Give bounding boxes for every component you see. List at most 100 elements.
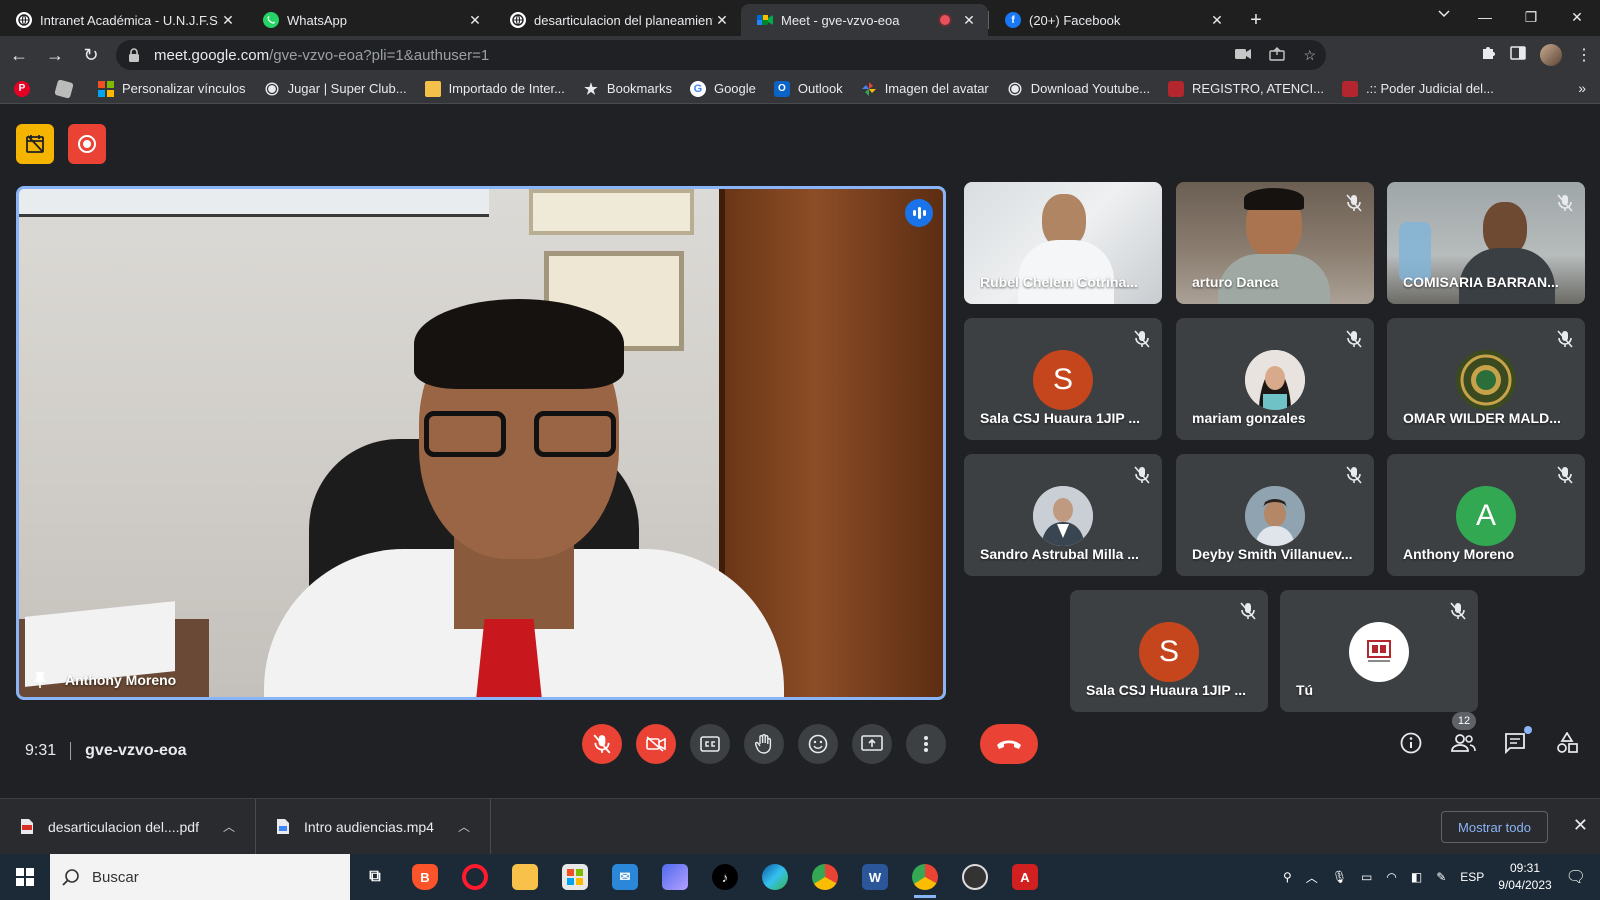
- tab-whatsapp[interactable]: WhatsApp ✕: [247, 4, 494, 36]
- taskbar-app[interactable]: [650, 854, 700, 900]
- participant-tile[interactable]: mariam gonzales: [1176, 318, 1374, 440]
- close-icon[interactable]: ✕: [466, 12, 484, 29]
- bookmark-item[interactable]: ★ Bookmarks: [583, 81, 672, 98]
- participant-tile[interactable]: Sandro Astrubal Milla ...: [964, 454, 1162, 576]
- bookmark-item[interactable]: O Outlook: [773, 80, 843, 97]
- taskbar-file-explorer[interactable]: [500, 854, 550, 900]
- close-window-button[interactable]: ✕: [1554, 0, 1600, 34]
- camera-toggle-button[interactable]: [636, 724, 676, 764]
- reactions-button[interactable]: [798, 724, 838, 764]
- bookmarks-overflow-icon[interactable]: »: [1578, 80, 1586, 96]
- close-icon[interactable]: ✕: [960, 12, 978, 29]
- share-icon[interactable]: [1269, 46, 1286, 64]
- tab-desarticulacion[interactable]: desarticulacion del planeamiento ✕: [494, 4, 741, 36]
- wifi-icon[interactable]: ◠: [1386, 870, 1396, 884]
- new-tab-button[interactable]: +: [1240, 4, 1272, 36]
- reload-button[interactable]: ↻: [74, 38, 108, 72]
- chevron-up-icon[interactable]: ︿: [223, 818, 235, 835]
- download-filename: desarticulacion del....pdf: [48, 818, 199, 835]
- participant-tile[interactable]: A Anthony Moreno: [1387, 454, 1585, 576]
- battery-icon[interactable]: ▭: [1361, 870, 1372, 884]
- tab-intranet[interactable]: Intranet Académica - U.N.J.F.S.C. ✕: [0, 4, 247, 36]
- start-button[interactable]: [0, 854, 50, 900]
- present-screen-button[interactable]: [852, 724, 892, 764]
- camera-in-use-icon[interactable]: [1235, 47, 1252, 63]
- profile-avatar[interactable]: [1540, 44, 1562, 66]
- participant-tile[interactable]: COMISARIA BARRAN...: [1387, 182, 1585, 304]
- participants-button[interactable]: 12: [1450, 712, 1476, 756]
- more-options-button[interactable]: [906, 724, 946, 764]
- side-panel-icon[interactable]: [1510, 45, 1526, 66]
- taskbar-tiktok[interactable]: ♪: [700, 854, 750, 900]
- close-icon[interactable]: ✕: [219, 12, 237, 29]
- bookmark-item[interactable]: Jugar | Super Club...: [264, 81, 407, 97]
- taskbar-opera[interactable]: [450, 854, 500, 900]
- back-button[interactable]: ←: [2, 38, 36, 72]
- participant-tile[interactable]: Rubel Chelem Cotrina...: [964, 182, 1162, 304]
- taskbar-brave[interactable]: B: [400, 854, 450, 900]
- chat-button[interactable]: [1502, 726, 1532, 756]
- close-icon[interactable]: ✕: [1573, 815, 1588, 836]
- close-icon[interactable]: ✕: [1208, 12, 1226, 29]
- tab-meet[interactable]: Meet - gve-vzvo-eoa ✕: [741, 4, 988, 36]
- maximize-button[interactable]: ❐: [1508, 0, 1554, 34]
- bookmark-roblox[interactable]: [54, 78, 80, 99]
- people-tray-icon[interactable]: ⚲: [1283, 870, 1292, 884]
- taskbar-store[interactable]: [550, 854, 600, 900]
- participant-tile[interactable]: Deyby Smith Villanuev...: [1176, 454, 1374, 576]
- participant-tile[interactable]: OMAR WILDER MALD...: [1387, 318, 1585, 440]
- taskbar-mail[interactable]: ✉: [600, 854, 650, 900]
- bookmark-star-icon[interactable]: ☆: [1303, 47, 1316, 64]
- participant-tile[interactable]: S Sala CSJ Huaura 1JIP ...: [964, 318, 1162, 440]
- captions-button[interactable]: [690, 724, 730, 764]
- bookmark-item[interactable]: REGISTRO, ATENCI...: [1168, 80, 1324, 97]
- bookmark-item[interactable]: Imagen del avatar: [861, 81, 989, 97]
- leave-call-button[interactable]: [980, 724, 1038, 764]
- bookmark-item[interactable]: .:: Poder Judicial del...: [1342, 80, 1494, 97]
- notifications-icon[interactable]: 🗨: [1566, 867, 1586, 887]
- menu-kebab-icon[interactable]: ⋮: [1576, 45, 1592, 65]
- microphone-icon[interactable]: 🎙: [1332, 870, 1347, 884]
- bookmark-item[interactable]: G Google: [689, 80, 756, 97]
- download-item[interactable]: desarticulacion del....pdf ︿: [0, 798, 256, 855]
- taskbar-edge[interactable]: [750, 854, 800, 900]
- bookmark-item[interactable]: Download Youtube...: [1007, 81, 1150, 97]
- main-video-anthony-moreno[interactable]: Anthony Moreno: [16, 186, 946, 700]
- taskbar-recorder[interactable]: [950, 854, 1000, 900]
- raise-hand-button[interactable]: [744, 724, 784, 764]
- extensions-icon[interactable]: [1480, 45, 1496, 66]
- task-view-button[interactable]: ⧉: [350, 854, 400, 900]
- tab-facebook[interactable]: f (20+) Facebook ✕: [989, 4, 1236, 36]
- language-indicator[interactable]: ESP: [1460, 870, 1484, 884]
- pen-icon[interactable]: ✎: [1436, 870, 1446, 884]
- chevron-up-icon[interactable]: ︿: [458, 818, 470, 835]
- taskbar-chrome[interactable]: [800, 854, 850, 900]
- taskbar-chrome-active[interactable]: [900, 854, 950, 900]
- minimize-button[interactable]: —: [1462, 0, 1508, 34]
- bookmark-item[interactable]: Importado de Inter...: [424, 80, 565, 97]
- bookmark-pinterest[interactable]: P: [14, 80, 38, 97]
- show-all-downloads-button[interactable]: Mostrar todo: [1441, 811, 1548, 843]
- participant-tile[interactable]: arturo Danca: [1176, 182, 1374, 304]
- clock-date[interactable]: 09:31 9/04/2023: [1498, 860, 1551, 894]
- lock-icon[interactable]: [128, 48, 140, 62]
- taskbar-word[interactable]: W: [850, 854, 900, 900]
- bookmark-item[interactable]: Personalizar vínculos: [98, 80, 246, 97]
- pin-icon[interactable]: [33, 671, 47, 689]
- no-captions-badge[interactable]: [16, 124, 54, 164]
- meeting-details-button[interactable]: [1398, 730, 1424, 756]
- forward-button[interactable]: →: [38, 38, 72, 72]
- close-icon[interactable]: ✕: [713, 12, 731, 29]
- participant-tile[interactable]: S Sala CSJ Huaura 1JIP ...: [1070, 590, 1268, 712]
- self-tile[interactable]: Tú: [1280, 590, 1478, 712]
- activities-button[interactable]: [1554, 730, 1580, 756]
- address-bar[interactable]: meet.google.com/gve-vzvo-eoa?pli=1&authu…: [116, 40, 1326, 70]
- tab-search-chevron-icon[interactable]: [1438, 6, 1450, 21]
- taskbar-acrobat[interactable]: A: [1000, 854, 1050, 900]
- chevron-up-icon[interactable]: ︿: [1306, 869, 1318, 886]
- taskbar-search[interactable]: Buscar: [50, 854, 350, 900]
- meet-tray-icon[interactable]: ◧: [1411, 870, 1422, 884]
- recording-badge[interactable]: [68, 124, 106, 164]
- download-item[interactable]: Intro audiencias.mp4 ︿: [256, 798, 491, 855]
- microphone-toggle-button[interactable]: [582, 724, 622, 764]
